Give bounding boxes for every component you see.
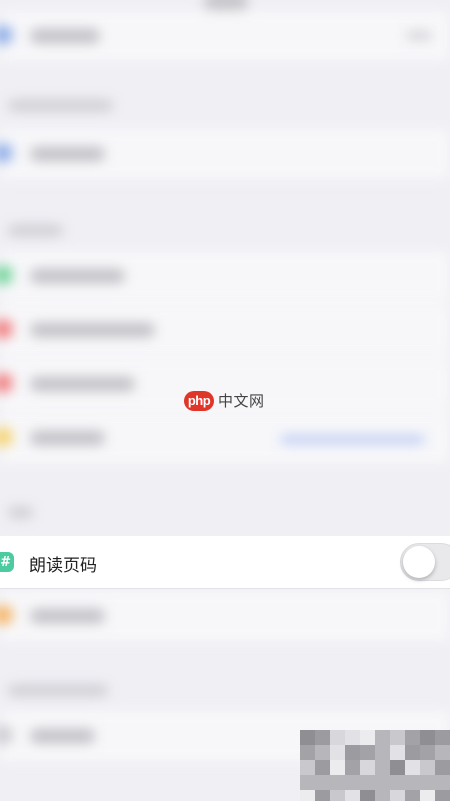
mosaic-cell: [420, 790, 435, 801]
mosaic-cell: [360, 730, 375, 745]
mosaic-cell: [300, 760, 315, 775]
blurred-row: [0, 250, 450, 302]
mosaic-cell: [435, 745, 450, 760]
mosaic-cell: [420, 745, 435, 760]
blurred-section-header: [8, 225, 63, 236]
watermark-logo: php 中文网: [184, 390, 265, 411]
mosaic-cell: [330, 790, 345, 801]
mosaic-cell: [435, 760, 450, 775]
mosaic-cell: [345, 730, 360, 745]
read-page-number-label: 朗读页码: [29, 556, 97, 576]
mosaic-cell: [405, 745, 420, 760]
mosaic-cell: [330, 730, 345, 745]
mosaic-cell: [315, 760, 330, 775]
mosaic-cell: [315, 790, 330, 801]
mosaic-cell: [405, 775, 420, 790]
mosaic-cell: [420, 775, 435, 790]
mosaic-cell: [435, 730, 450, 745]
mosaic-cell: [315, 730, 330, 745]
mosaic-cell: [390, 730, 405, 745]
read-page-number-row[interactable]: # 朗读页码: [0, 536, 450, 589]
mosaic-cell: [435, 790, 450, 801]
blurred-section-header: [8, 685, 108, 696]
mosaic-cell: [300, 775, 315, 790]
mosaic-cell: [435, 775, 450, 790]
mosaic-cell: [405, 730, 420, 745]
mosaic-cell: [360, 775, 375, 790]
mosaic-cell: [345, 745, 360, 760]
toggle-knob: [403, 546, 435, 578]
mosaic-cell: [315, 775, 330, 790]
hash-icon: #: [0, 552, 14, 572]
mosaic-cell: [300, 790, 315, 801]
blurred-row: [0, 590, 450, 642]
mosaic-cell: [300, 745, 315, 760]
mosaic-cell: [405, 790, 420, 801]
mosaic-cell: [330, 775, 345, 790]
read-page-number-toggle[interactable]: [400, 543, 450, 581]
blurred-row: [0, 304, 450, 356]
blurred-link: [280, 435, 425, 444]
mosaic-cell: [375, 745, 390, 760]
blurred-row: [0, 128, 450, 180]
mosaic-cell: [360, 790, 375, 801]
watermark-badge: php: [184, 390, 214, 411]
watermark-text: 中文网: [218, 392, 265, 410]
mosaic-cell: [315, 745, 330, 760]
mosaic-cell: [375, 790, 390, 801]
mosaic-cell: [390, 760, 405, 775]
mosaic-cell: [375, 730, 390, 745]
mosaic-cell: [390, 745, 405, 760]
mosaic-cell: [330, 745, 345, 760]
mosaic-cell: [420, 760, 435, 775]
mosaic-cell: [345, 760, 360, 775]
mosaic-cell: [375, 760, 390, 775]
pixelated-region: [300, 730, 450, 801]
mosaic-cell: [375, 775, 390, 790]
mosaic-cell: [300, 730, 315, 745]
mosaic-cell: [360, 745, 375, 760]
mosaic-cell: [360, 760, 375, 775]
mosaic-cell: [405, 760, 420, 775]
blurred-row: [0, 10, 450, 62]
mosaic-cell: [420, 730, 435, 745]
blurred-section-header: [8, 100, 113, 111]
mosaic-cell: [390, 775, 405, 790]
mosaic-cell: [330, 760, 345, 775]
blurred-section-header: [8, 507, 33, 518]
mosaic-cell: [345, 775, 360, 790]
mosaic-cell: [345, 790, 360, 801]
mosaic-cell: [390, 790, 405, 801]
